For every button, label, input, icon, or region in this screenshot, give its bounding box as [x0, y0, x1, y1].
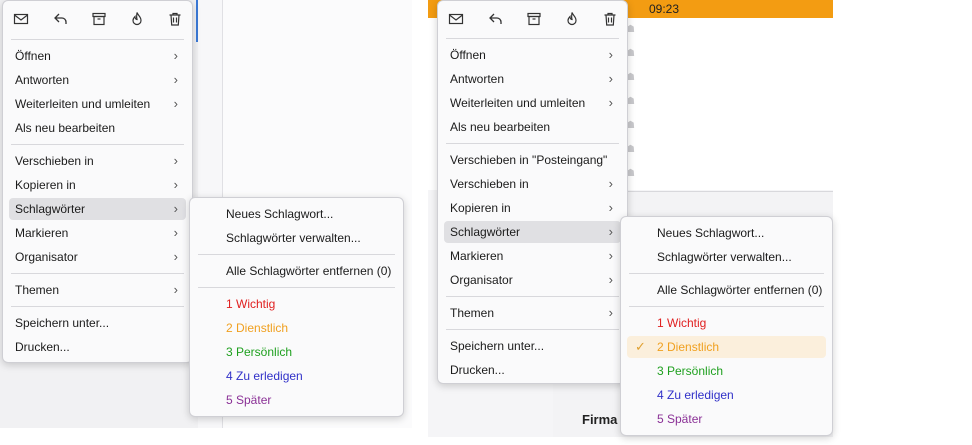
chevron-right-icon: › — [173, 201, 178, 216]
menu-item-print[interactable]: Drucken... — [9, 336, 186, 358]
tag-item-important[interactable]: 1 Wichtig — [196, 293, 397, 315]
junk-icon[interactable] — [125, 9, 149, 29]
chevron-right-icon: › — [608, 200, 613, 215]
menu-item-move-to[interactable]: Verschieben in › — [444, 173, 621, 195]
checkmark-icon: ✓ — [635, 339, 646, 354]
menu-item-tags[interactable]: Schlagwörter › — [9, 198, 186, 220]
menu-item-save-as[interactable]: Speichern unter... — [444, 335, 621, 357]
chevron-right-icon: › — [173, 225, 178, 240]
chevron-right-icon: › — [173, 96, 178, 111]
menu-item-organizer[interactable]: Organisator › — [444, 269, 621, 291]
separator — [446, 143, 619, 144]
menu-item-move-to-inbox[interactable]: Verschieben in "Posteingang" — [444, 149, 621, 171]
tag-item-later[interactable]: 5 Später — [196, 389, 397, 411]
separator — [11, 39, 184, 40]
chevron-right-icon: › — [173, 153, 178, 168]
menu-item-open[interactable]: Öffnen › — [9, 45, 186, 67]
tag-item-important[interactable]: 1 Wichtig — [627, 312, 826, 334]
context-menu-toolbar — [438, 1, 627, 37]
tag-item-todo[interactable]: 4 Zu erledigen — [627, 384, 826, 406]
chevron-right-icon: › — [608, 248, 613, 263]
menu-item-copy-to[interactable]: Kopieren in › — [444, 197, 621, 219]
tag-item-later[interactable]: 5 Später — [627, 408, 826, 430]
separator — [446, 38, 619, 39]
menu-item-themes[interactable]: Themen › — [9, 279, 186, 301]
menu-item-reply[interactable]: Antworten › — [9, 69, 186, 91]
menu-item-open[interactable]: Öffnen › — [444, 44, 621, 66]
menu-item-new-tag[interactable]: Neues Schlagwort... — [196, 203, 397, 225]
menu-item-move-to[interactable]: Verschieben in › — [9, 150, 186, 172]
tag-item-work[interactable]: 2 Dienstlich — [196, 317, 397, 339]
chevron-right-icon: › — [173, 282, 178, 297]
chevron-right-icon: › — [173, 249, 178, 264]
menu-item-save-as[interactable]: Speichern unter... — [9, 312, 186, 334]
chevron-right-icon: › — [173, 72, 178, 87]
menu-item-mark[interactable]: Markieren › — [9, 222, 186, 244]
context-menu: Öffnen › Antworten › Weiterleiten und umle… — [437, 0, 628, 384]
tags-submenu: Neues Schlagwort... Schlagwörter verwalt… — [189, 197, 404, 417]
context-menu: Öffnen › Antworten › Weiterleiten und umle… — [2, 0, 193, 363]
separator — [11, 306, 184, 307]
tag-item-todo[interactable]: 4 Zu erledigen — [196, 365, 397, 387]
chevron-right-icon: › — [608, 95, 613, 110]
menu-item-themes[interactable]: Themen › — [444, 302, 621, 324]
separator — [11, 273, 184, 274]
chevron-right-icon: › — [608, 272, 613, 287]
archive-icon[interactable] — [9, 9, 33, 29]
sender-label: Firma — [582, 412, 618, 427]
menu-item-edit-as-new[interactable]: Als neu bearbeiten — [9, 117, 186, 139]
tag-item-personal[interactable]: 3 Persönlich — [196, 341, 397, 363]
separator — [629, 273, 824, 274]
tag-item-work[interactable]: ✓ 2 Dienstlich — [627, 336, 826, 358]
message-time: 09:23 — [649, 2, 680, 16]
menu-item-copy-to[interactable]: Kopieren in › — [9, 174, 186, 196]
reply-icon[interactable] — [484, 9, 508, 29]
chevron-right-icon: › — [608, 305, 613, 320]
menu-item-mark[interactable]: Markieren › — [444, 245, 621, 267]
separator — [198, 287, 395, 288]
separator — [629, 306, 824, 307]
delete-icon[interactable] — [598, 9, 622, 29]
context-menu-toolbar — [3, 1, 192, 37]
separator — [446, 296, 619, 297]
separator — [198, 254, 395, 255]
menu-item-print[interactable]: Drucken... — [444, 359, 621, 381]
menu-item-reply[interactable]: Antworten › — [444, 68, 621, 90]
menu-item-organizer[interactable]: Organisator › — [9, 246, 186, 268]
archive-box-icon[interactable] — [87, 9, 111, 29]
chevron-right-icon: › — [608, 47, 613, 62]
chevron-right-icon: › — [173, 177, 178, 192]
archive-box-icon[interactable] — [522, 9, 546, 29]
archive-icon[interactable] — [444, 9, 468, 29]
menu-item-forward[interactable]: Weiterleiten und umleiten › — [9, 93, 186, 115]
separator — [446, 329, 619, 330]
chevron-right-icon: › — [173, 48, 178, 63]
menu-item-edit-as-new[interactable]: Als neu bearbeiten — [444, 116, 621, 138]
menu-item-new-tag[interactable]: Neues Schlagwort... — [627, 222, 826, 244]
menu-item-manage-tags[interactable]: Schlagwörter verwalten... — [196, 227, 397, 249]
chevron-right-icon: › — [608, 224, 613, 239]
chevron-right-icon: › — [608, 176, 613, 191]
chevron-right-icon: › — [608, 71, 613, 86]
menu-item-forward[interactable]: Weiterleiten und umleiten › — [444, 92, 621, 114]
menu-item-remove-all-tags[interactable]: Alle Schlagwörter entfernen (0) — [627, 279, 826, 301]
reply-icon[interactable] — [49, 9, 73, 29]
menu-item-tags[interactable]: Schlagwörter › — [444, 221, 621, 243]
menu-item-remove-all-tags[interactable]: Alle Schlagwörter entfernen (0) — [196, 260, 397, 282]
junk-icon[interactable] — [560, 9, 584, 29]
tags-submenu: Neues Schlagwort... Schlagwörter verwalt… — [620, 216, 833, 436]
separator — [11, 144, 184, 145]
delete-icon[interactable] — [163, 9, 187, 29]
menu-item-manage-tags[interactable]: Schlagwörter verwalten... — [627, 246, 826, 268]
tag-item-personal[interactable]: 3 Persönlich — [627, 360, 826, 382]
